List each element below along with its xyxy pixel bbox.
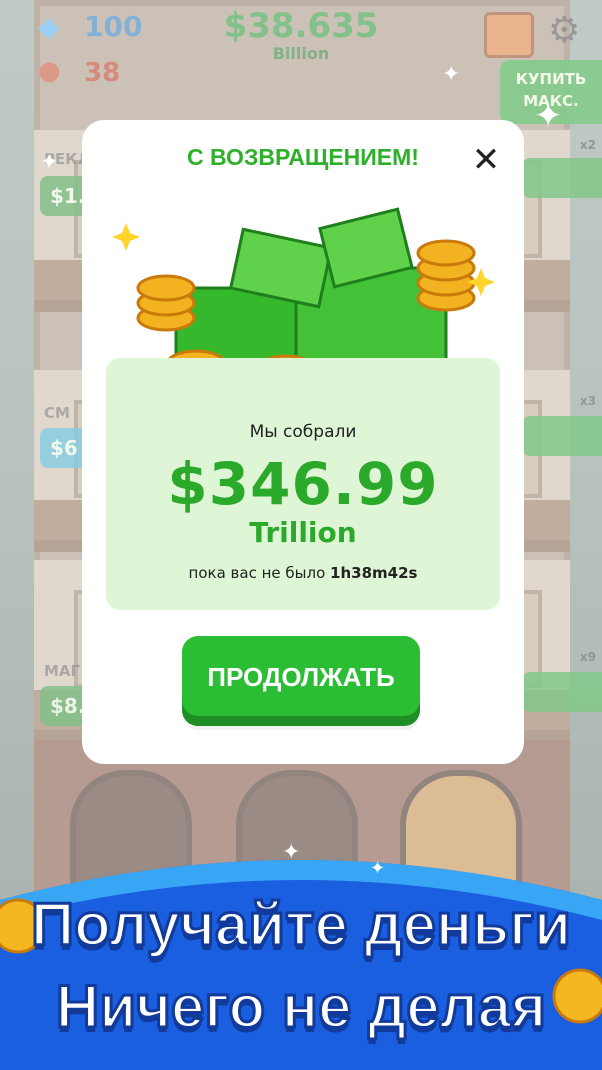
dialog-title: С ВОЗВРАЩЕНИЕМ! <box>187 144 419 170</box>
earnings-panel: Мы собрали $346.99 Trillion пока вас не … <box>106 358 500 610</box>
promo-subheadline: Ничего не делая <box>54 972 547 1042</box>
collected-unit: Trillion <box>249 516 357 549</box>
collected-amount: $346.99 <box>167 450 439 518</box>
sparkle-icon: ✦ <box>442 62 461 87</box>
close-icon[interactable]: ✕ <box>466 140 506 180</box>
away-duration: пока вас не было 1h38m42s <box>106 564 500 582</box>
sparkle-icon: ✦ <box>370 858 386 879</box>
sparkle-icon: ✦ <box>40 150 59 175</box>
away-prefix: пока вас не было <box>188 564 326 582</box>
away-time: 1h38m42s <box>330 564 418 582</box>
collected-label: Мы собрали <box>249 422 357 442</box>
continue-button[interactable]: ПРОДОЛЖАТЬ <box>182 636 420 726</box>
sparkle-icon: ✦ <box>534 96 563 136</box>
sparkle-icon: ✦ <box>282 840 301 865</box>
promo-headline: Получайте деньги <box>30 890 573 960</box>
welcome-back-dialog: С ВОЗВРАЩЕНИЕМ! ✕ Мы собрали $346.99 Tri… <box>82 120 524 764</box>
